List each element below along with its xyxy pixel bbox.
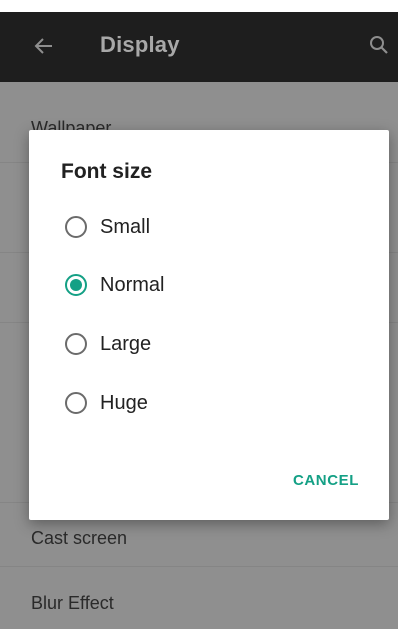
option-large[interactable]: Large: [65, 329, 325, 363]
settings-item-label: Cast screen: [31, 528, 128, 548]
cancel-button[interactable]: CANCEL: [279, 460, 373, 500]
option-huge[interactable]: Huge: [65, 388, 325, 422]
radio-button[interactable]: [65, 333, 87, 355]
radio-button[interactable]: [65, 216, 87, 238]
page-title: Display: [100, 32, 180, 57]
option-label: Huge: [100, 392, 148, 414]
font-size-dialog: Font size Small Normal Large Huge CANCEL: [29, 130, 389, 520]
status-bar: [0, 0, 398, 12]
app-bar: Display: [0, 12, 398, 82]
dialog-title: Font size: [61, 160, 153, 183]
option-small[interactable]: Small: [65, 212, 325, 246]
arrow-left-icon[interactable]: [32, 34, 56, 58]
settings-item-blur-effect[interactable]: Blur Effect: [0, 567, 398, 629]
option-label: Large: [100, 333, 152, 355]
option-label: Small: [100, 216, 151, 238]
radio-dot: [70, 279, 82, 291]
option-label: Normal: [100, 274, 165, 296]
radio-button[interactable]: [65, 274, 87, 296]
settings-item-label: Blur Effect: [31, 593, 114, 613]
search-icon[interactable]: [368, 34, 390, 56]
radio-button[interactable]: [65, 392, 87, 414]
option-normal[interactable]: Normal: [65, 270, 325, 304]
